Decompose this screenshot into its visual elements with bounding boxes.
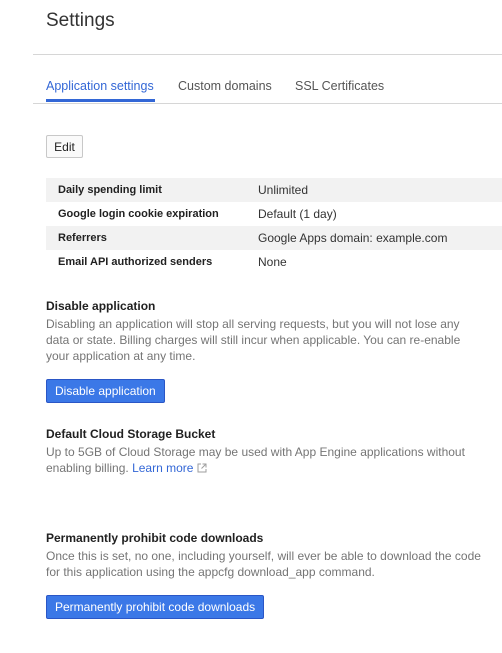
storage-description-text: Up to 5GB of Cloud Storage may be used w… [46, 445, 465, 475]
table-row: Google login cookie expiration Default (… [46, 202, 502, 226]
active-tab-indicator [46, 99, 155, 102]
tab-application-settings[interactable]: Application settings [46, 79, 154, 93]
page-header: Settings [33, 0, 502, 55]
table-row: Daily spending limit Unlimited [46, 178, 502, 202]
section-description: Once this is set, no one, including your… [46, 549, 481, 579]
section-description: Up to 5GB of Cloud Storage may be used w… [46, 444, 486, 477]
disable-application-button[interactable]: Disable application [46, 379, 165, 403]
settings-page: Settings Application settings Custom dom… [0, 0, 502, 653]
settings-tabs: Application settings Custom domains SSL … [33, 72, 502, 104]
setting-key: Referrers [46, 226, 258, 250]
section-description: Disabling an application will stop all s… [46, 317, 461, 363]
setting-key: Email API authorized senders [58, 256, 213, 268]
setting-value: Unlimited [258, 178, 502, 202]
edit-button[interactable]: Edit [46, 135, 83, 158]
tab-ssl-certificates[interactable]: SSL Certificates [295, 79, 384, 93]
prohibit-code-downloads-button[interactable]: Permanently prohibit code downloads [46, 595, 265, 619]
prohibit-downloads-section: Permanently prohibit code downloads Once… [46, 531, 486, 580]
page-title: Settings [46, 10, 115, 31]
setting-key: Google login cookie expiration [58, 208, 219, 220]
table-row: Referrers Google Apps domain: example.co… [46, 226, 502, 250]
settings-table: Daily spending limit Unlimited Google lo… [46, 178, 502, 274]
section-heading: Permanently prohibit code downloads [46, 531, 264, 545]
cloud-storage-section: Default Cloud Storage Bucket Up to 5GB o… [46, 427, 486, 477]
table-row: Email API authorized senders None [46, 250, 502, 274]
setting-value: None [258, 255, 287, 269]
section-heading: Disable application [46, 299, 156, 313]
learn-more-label: Learn more [132, 461, 194, 475]
setting-value: Google Apps domain: example.com [258, 226, 502, 250]
section-heading: Default Cloud Storage Bucket [46, 427, 216, 441]
disable-application-section: Disable application Disabling an applica… [46, 299, 486, 364]
tab-custom-domains[interactable]: Custom domains [178, 79, 272, 93]
external-link-icon [197, 461, 207, 477]
setting-key: Daily spending limit [46, 178, 258, 202]
learn-more-link[interactable]: Learn more [132, 461, 207, 475]
setting-value: Default (1 day) [258, 207, 337, 221]
